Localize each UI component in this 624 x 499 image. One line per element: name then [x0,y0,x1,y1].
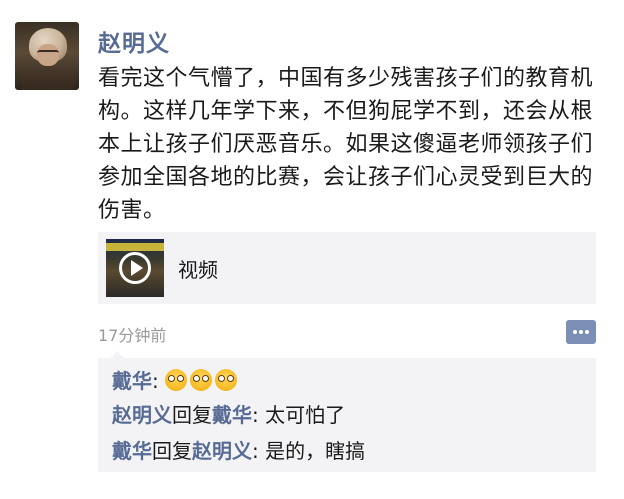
reply-to-user[interactable]: 戴华 [212,403,252,427]
comment-author[interactable]: 戴华 [112,369,152,393]
avatar-figure-glasses [37,50,59,56]
reply-word: 回复 [172,403,212,427]
comment-separator: : [252,439,266,463]
comments-panel: 戴华: 赵明义回复戴华: 太可怕了 戴华回复赵明义: 是的，瞎搞 [98,351,596,472]
video-card[interactable]: 视频 [98,232,596,304]
play-icon[interactable] [119,252,151,284]
reply-word: 回复 [152,439,192,463]
dot-icon [579,330,583,334]
comment-separator: : [152,369,166,393]
dizzy-face-emoji-icon [215,369,238,391]
author-name[interactable]: 赵明义 [98,24,170,58]
reply-to-user[interactable]: 赵明义 [192,439,252,463]
post-timestamp: 17分钟前 [98,326,167,345]
avatar-figure-body [21,66,75,90]
comment-author[interactable]: 戴华 [112,439,152,463]
author-avatar[interactable] [15,22,79,90]
comment-author[interactable]: 赵明义 [112,403,172,427]
dizzy-face-emoji-icon [190,369,213,391]
comment-text: 是的，瞎搞 [265,439,366,463]
video-label: 视频 [178,258,218,282]
dizzy-face-emoji-icon [165,369,188,391]
dot-icon [573,330,577,334]
comment-separator: : [252,403,266,427]
post-text: 看完这个气懵了，中国有多少残害孩子们的教育机构。这样几年学下来，不但狗屁学不到，… [98,66,594,223]
comment-row[interactable]: 赵明义回复戴华: 太可怕了 [112,399,345,428]
comment-row[interactable]: 戴华: [112,365,240,394]
comment-text: 太可怕了 [265,403,346,427]
comment-more-button[interactable] [566,320,596,344]
thumbnail-stripe [106,243,164,251]
video-thumbnail[interactable] [106,239,164,297]
dot-icon [585,330,589,334]
comment-row[interactable]: 戴华回复赵明义: 是的，瞎搞 [112,435,365,464]
